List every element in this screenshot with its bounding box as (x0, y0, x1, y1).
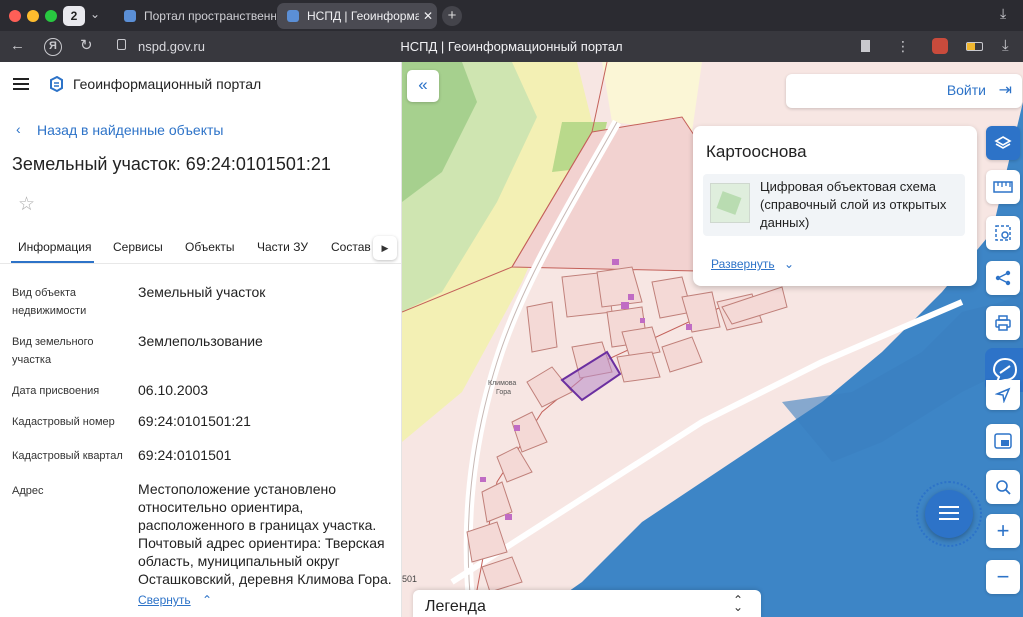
site-favicon-icon (124, 10, 136, 22)
map-number-label: 501 (402, 574, 418, 584)
print-icon[interactable] (986, 306, 1020, 340)
expand-link[interactable]: Развернуть ⌄ (711, 257, 794, 271)
property-label: Вид объекта недвижимости (12, 287, 87, 317)
plus-icon[interactable]: + (986, 514, 1020, 548)
tab-portal[interactable]: Портал пространственн (114, 3, 276, 29)
minimize-window-icon[interactable] (27, 10, 39, 22)
property-value: 69:24:0101501 (138, 447, 232, 463)
more-vertical-icon[interactable]: ⋮ (896, 38, 910, 54)
object-title: Земельный участок: 69:24:0101501:21 (12, 154, 331, 174)
tab-info[interactable]: Информация (18, 240, 91, 254)
legend-title: Легенда (425, 598, 486, 615)
tab-title: Портал пространственн (144, 9, 276, 23)
tab-nspd-active[interactable]: НСПД | Геоинформаци ✕ (277, 3, 437, 29)
chat-icon[interactable] (925, 490, 973, 538)
tab-services[interactable]: Сервисы (113, 240, 163, 254)
property-label: Дата присвоения (12, 385, 100, 397)
back-to-results-link[interactable]: Назад в найденные объекты (37, 122, 223, 138)
select-area-icon[interactable] (986, 216, 1020, 250)
property-value: 69:24:0101501:21 (138, 413, 251, 429)
browser-title-bar: 2 ⌄ Портал пространственн НСПД | Геоинфо… (0, 0, 1023, 31)
minus-icon[interactable]: − (986, 560, 1020, 594)
close-tab-icon[interactable]: ✕ (423, 9, 433, 23)
chevron-down-icon: ⌄ (783, 257, 795, 271)
layers-icon[interactable] (986, 126, 1020, 160)
property-label: Кадастровый номер (12, 416, 115, 428)
active-tab-underline (11, 261, 94, 263)
close-window-icon[interactable] (9, 10, 21, 22)
tab-parts[interactable]: Части ЗУ (257, 240, 308, 254)
new-tab-icon[interactable]: + (442, 6, 462, 26)
ruler-icon[interactable] (986, 170, 1020, 204)
download-tray-icon[interactable]: ⤓ (1002, 38, 1009, 54)
village-label: Климова Гора (488, 380, 517, 396)
expand-collapse-icon[interactable]: ⌃ ⌄ (733, 594, 743, 613)
basemap-panel: Картооснова Цифровая объектовая схема (с… (693, 126, 977, 286)
basemap-title: Картооснова (706, 142, 807, 161)
tab-composition[interactable]: Состав (331, 240, 371, 254)
browser-address-bar: ← Я ↻ nspd.gov.ru НСПД | Геоинформационн… (0, 31, 1023, 62)
legend-panel[interactable]: Легенда ⌃ ⌄ (413, 590, 761, 617)
double-chevron-left-icon[interactable]: « (407, 70, 439, 102)
chevron-up-icon: ⌃ (201, 593, 213, 607)
tab-objects[interactable]: Объекты (185, 240, 235, 254)
portal-name: Геоинформационный портал (73, 76, 262, 92)
hamburger-menu-icon[interactable] (13, 78, 29, 90)
download-icon[interactable]: ⤓ (1000, 5, 1006, 22)
search-area-icon[interactable] (986, 470, 1020, 504)
address-label: Адрес (12, 485, 44, 497)
battery-icon (966, 42, 983, 51)
portal-logo-icon (50, 76, 63, 93)
property-label: Вид земельного участка (12, 336, 94, 366)
back-chevron-icon[interactable]: ‹ (16, 121, 21, 137)
location-arrow-icon[interactable] (986, 380, 1020, 410)
collapse-address-link[interactable]: Свернуть ⌃ (138, 593, 212, 607)
chevron-down-icon[interactable]: ⌄ (90, 7, 100, 21)
tabs-scroll-right-icon[interactable]: ▶ (373, 236, 397, 260)
site-favicon-icon (287, 10, 299, 22)
property-label: Кадастровый квартал (12, 450, 123, 462)
login-arrow-icon: ⇥ (998, 82, 1012, 99)
tab-count-badge[interactable]: 2 (63, 6, 85, 26)
basemap-layer-name: Цифровая объектовая схема (справочный сл… (760, 179, 947, 230)
basemap-layer-item[interactable]: Цифровая объектовая схема (справочный сл… (703, 174, 965, 236)
map-view[interactable]: Климова Гора 501 « Войти ⇥ Картооснова Ц… (402, 62, 1023, 617)
login-button[interactable]: Войти ⇥ (786, 74, 1022, 108)
address-value: Местоположение установлено относительно … (138, 481, 392, 587)
object-tabs: Информация Сервисы Объекты Части ЗУ Сост… (0, 228, 401, 264)
maximize-window-icon[interactable] (45, 10, 57, 22)
property-value: Земельный участок (138, 284, 266, 300)
extension-icon[interactable] (932, 38, 948, 54)
tab-title: НСПД | Геоинформаци (307, 9, 419, 23)
property-value: 06.10.2003 (138, 382, 209, 398)
favorite-star-icon[interactable]: ☆ (18, 193, 35, 216)
share-icon[interactable] (986, 261, 1020, 295)
minimap-icon[interactable] (986, 424, 1020, 458)
bookmark-icon[interactable] (861, 40, 870, 52)
property-value: Землепользование (138, 333, 263, 349)
object-info-panel: Геоинформационный портал ‹ Назад в найде… (0, 62, 402, 617)
layer-thumbnail-icon (710, 183, 750, 223)
